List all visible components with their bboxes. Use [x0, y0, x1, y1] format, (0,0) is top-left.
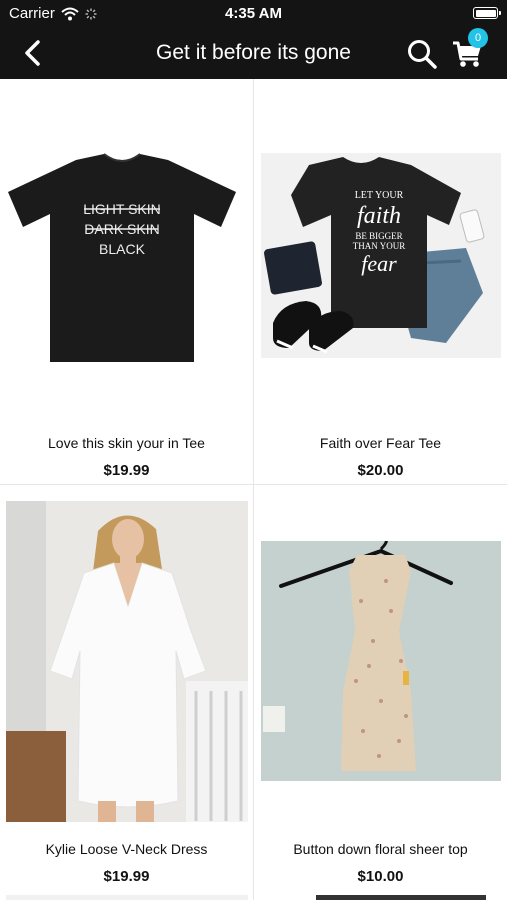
- shirt-text-line-1: LET YOUR: [355, 190, 404, 201]
- product-grid: LIGHT SKIN DARK SKIN BLACK Love this ski…: [0, 79, 507, 900]
- next-row-peek: [0, 895, 507, 900]
- shirt-text-line-2: faith: [357, 203, 401, 229]
- shirt-text-line-3: BLACK: [99, 241, 146, 257]
- shirt-text-line-5: fear: [361, 251, 397, 276]
- search-icon[interactable]: [405, 37, 439, 71]
- product-price: $19.99: [103, 462, 150, 479]
- product-image-floral-top[interactable]: [261, 541, 501, 781]
- product-price: $19.99: [103, 868, 150, 885]
- navigation-bar: Get it before its gone 0: [0, 28, 507, 79]
- product-name[interactable]: Button down floral sheer top: [254, 841, 507, 857]
- shirt-text-line-3: BE BIGGER: [355, 231, 402, 241]
- product-card[interactable]: Kylie Loose V-Neck Dress $19.99: [0, 485, 253, 890]
- battery-icon: [473, 7, 501, 19]
- status-time: 4:35 AM: [225, 5, 282, 22]
- shirt-text-line-4: THAN YOUR: [353, 241, 405, 251]
- product-image-white-dress[interactable]: [6, 501, 248, 822]
- status-bar: Carrier 4:35 AM: [0, 0, 507, 28]
- product-name[interactable]: Faith over Fear Tee: [254, 435, 507, 451]
- product-name[interactable]: Love this skin your in Tee: [0, 435, 253, 451]
- product-card[interactable]: Button down floral sheer top $10.00: [254, 485, 507, 890]
- product-card[interactable]: LET YOUR faith BE BIGGER THAN YOUR fear …: [254, 79, 507, 484]
- product-image-faith-tee[interactable]: LET YOUR faith BE BIGGER THAN YOUR fear: [261, 153, 501, 358]
- product-card[interactable]: LIGHT SKIN DARK SKIN BLACK Love this ski…: [0, 79, 253, 484]
- cart-count-badge: 0: [468, 28, 488, 48]
- product-price: $10.00: [357, 868, 404, 885]
- product-name[interactable]: Kylie Loose V-Neck Dress: [0, 841, 253, 857]
- product-image-black-tee[interactable]: LIGHT SKIN DARK SKIN BLACK: [6, 152, 238, 367]
- product-price: $20.00: [357, 462, 404, 479]
